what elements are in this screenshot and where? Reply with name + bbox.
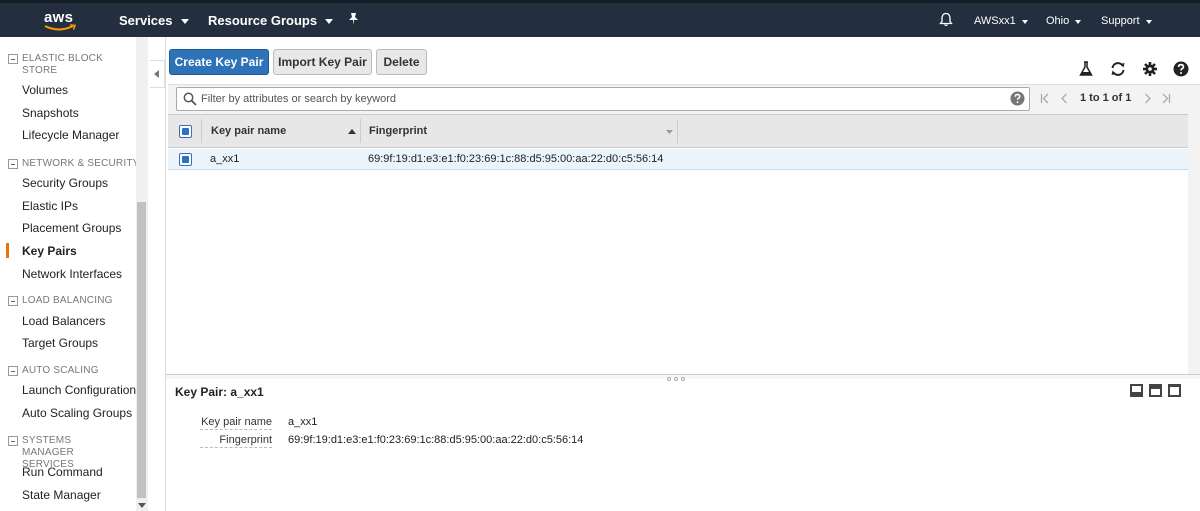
top-nav: aws Services Resource Groups AWSxx1 Ohio… <box>0 0 1200 37</box>
select-all-checkbox[interactable] <box>179 125 192 138</box>
detail-value-key-pair-name: a_xx1 <box>288 416 318 428</box>
chevron-down-icon <box>1021 20 1028 24</box>
sort-icon[interactable] <box>666 130 673 134</box>
column-header-key-pair-name[interactable]: Key pair name <box>211 125 286 137</box>
resource-groups-menu[interactable]: Resource Groups <box>208 13 334 28</box>
services-menu[interactable]: Services <box>119 13 189 28</box>
refresh-icon[interactable] <box>1110 61 1126 77</box>
detail-label-fingerprint: Fingerprint <box>200 434 272 448</box>
detail-title: Key Pair: a_xx1 <box>175 385 264 399</box>
search-input[interactable] <box>201 91 1001 107</box>
sidebar-item-auto-scaling-groups[interactable]: Auto Scaling Groups <box>22 406 132 420</box>
delete-button[interactable]: Delete <box>376 49 427 75</box>
logo-text: aws <box>44 9 74 26</box>
detail-label-key-pair-name: Key pair name <box>200 416 272 430</box>
search-field[interactable] <box>176 87 1030 111</box>
sidebar-item-elastic-ips[interactable]: Elastic IPs <box>22 199 78 213</box>
sidebar-item-security-groups[interactable]: Security Groups <box>22 176 108 190</box>
layout-split-icon[interactable] <box>1149 384 1162 397</box>
sidebar-item-network-interfaces[interactable]: Network Interfaces <box>22 267 122 281</box>
section-title: ELASTIC BLOCK STORE <box>22 53 103 76</box>
chevron-down-icon <box>180 19 189 24</box>
search-icon <box>183 92 197 106</box>
section-title: AUTO SCALING <box>22 365 99 376</box>
import-key-pair-button[interactable]: Import Key Pair <box>273 49 372 75</box>
account-menu[interactable]: AWSxx1 <box>974 15 1028 27</box>
collapse-icon <box>8 436 18 446</box>
create-key-pair-button[interactable]: Create Key Pair <box>169 49 269 75</box>
support-menu[interactable]: Support <box>1101 15 1152 27</box>
fingerprint-cell: 69:9f:19:d1:e3:e1:f0:23:69:1c:88:d5:95:0… <box>368 153 664 165</box>
last-page-icon[interactable] <box>1160 93 1171 104</box>
table-header: Key pair name Fingerprint <box>168 114 1188 148</box>
pin-button[interactable] <box>347 12 360 26</box>
sidebar-item-run-command[interactable]: Run Command <box>22 465 103 479</box>
sidebar-item-load-balancers[interactable]: Load Balancers <box>22 314 105 328</box>
column-header-fingerprint[interactable]: Fingerprint <box>369 125 427 137</box>
sidebar-section-load-balancing[interactable]: LOAD BALANCING <box>8 295 113 307</box>
services-label: Services <box>119 13 173 28</box>
sidebar-section-network-security[interactable]: NETWORK & SECURITY <box>8 158 140 170</box>
support-label: Support <box>1101 15 1140 27</box>
sidebar-item-target-groups[interactable]: Target Groups <box>22 336 98 350</box>
column-divider <box>360 119 361 143</box>
layout-full-icon[interactable] <box>1168 384 1181 397</box>
aws-logo[interactable]: aws <box>44 10 78 32</box>
bell-icon <box>939 12 953 27</box>
collapse-icon <box>8 159 18 169</box>
table-scrollbar[interactable] <box>1188 114 1200 376</box>
first-page-icon[interactable] <box>1040 93 1051 104</box>
notifications-button[interactable] <box>939 12 953 27</box>
sidebar-item-launch-configurations[interactable]: Launch Configurations <box>22 383 142 397</box>
collapse-icon <box>8 296 18 306</box>
scroll-down-icon[interactable] <box>138 503 146 508</box>
sidebar-item-snapshots[interactable]: Snapshots <box>22 106 79 120</box>
column-divider <box>677 119 678 143</box>
pin-icon <box>349 13 358 25</box>
sidebar: ELASTIC BLOCK STORE Volumes Snapshots Li… <box>0 37 148 511</box>
sidebar-collapse-button[interactable] <box>150 60 165 88</box>
sidebar-section-auto-scaling[interactable]: AUTO SCALING <box>8 365 99 377</box>
region-menu[interactable]: Ohio <box>1046 15 1082 27</box>
key-pair-name-cell: a_xx1 <box>210 153 240 165</box>
scrollbar-thumb[interactable] <box>137 202 146 498</box>
sidebar-item-key-pairs[interactable]: Key Pairs <box>22 244 77 258</box>
resource-groups-label: Resource Groups <box>208 13 318 28</box>
collapse-icon <box>8 54 18 64</box>
region-label: Ohio <box>1046 15 1070 27</box>
active-indicator <box>6 243 9 258</box>
sidebar-item-state-manager[interactable]: State Manager <box>22 488 101 502</box>
previous-page-icon[interactable] <box>1060 93 1069 104</box>
table-row[interactable]: a_xx1 69:9f:19:d1:e3:e1:f0:23:69:1c:88:d… <box>168 149 1188 170</box>
account-label: AWSxx1 <box>974 15 1016 27</box>
flask-icon[interactable] <box>1078 61 1094 77</box>
row-checkbox[interactable] <box>179 153 192 166</box>
column-divider <box>201 119 202 143</box>
sidebar-section-ebs[interactable]: ELASTIC BLOCK STORE <box>8 53 118 77</box>
next-page-icon[interactable] <box>1143 93 1152 104</box>
pager-text: 1 to 1 of 1 <box>1080 92 1132 104</box>
sort-ascending-icon[interactable] <box>348 129 356 134</box>
sidebar-item-placement-groups[interactable]: Placement Groups <box>22 221 121 235</box>
layout-bottom-icon[interactable] <box>1130 384 1143 397</box>
sidebar-item-volumes[interactable]: Volumes <box>22 83 68 97</box>
gear-icon[interactable] <box>1142 61 1158 77</box>
detail-value-fingerprint: 69:9f:19:d1:e3:e1:f0:23:69:1c:88:d5:95:0… <box>288 434 584 446</box>
chevron-down-icon <box>1075 20 1082 24</box>
chevron-down-icon <box>325 19 334 24</box>
divider <box>165 37 166 511</box>
chevron-down-icon <box>1145 20 1152 24</box>
help-icon[interactable] <box>1173 61 1189 77</box>
section-title: NETWORK & SECURITY <box>22 158 140 169</box>
splitter-grip-icon[interactable] <box>667 377 685 381</box>
sidebar-item-lifecycle-manager[interactable]: Lifecycle Manager <box>22 128 119 142</box>
smile-icon <box>44 24 77 31</box>
help-icon[interactable] <box>1010 91 1025 106</box>
sidebar-scrollbar[interactable] <box>136 37 148 511</box>
section-title: LOAD BALANCING <box>22 295 113 306</box>
collapse-icon <box>8 366 18 376</box>
